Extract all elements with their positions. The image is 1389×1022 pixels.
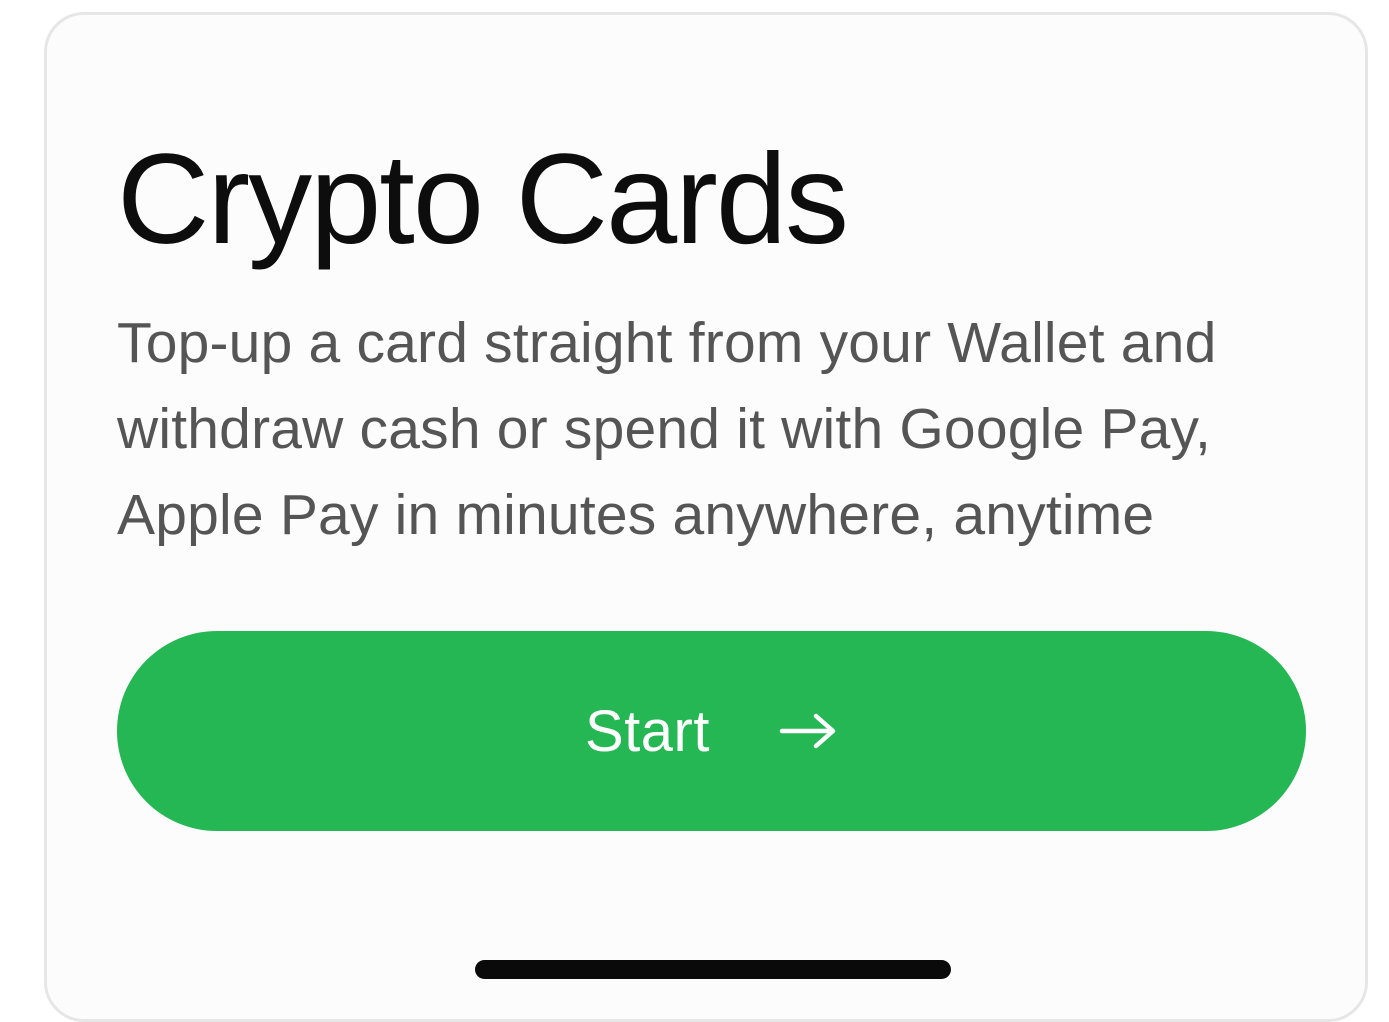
card-title: Crypto Cards bbox=[117, 128, 849, 271]
card-description: Top-up a card straight from your Wallet … bbox=[117, 311, 1217, 547]
start-button[interactable]: Start bbox=[117, 631, 1306, 831]
crypto-cards-card: Crypto Cards Top-up a card straight from… bbox=[44, 12, 1368, 1022]
arrow-right-icon bbox=[778, 711, 838, 751]
start-button-label: Start bbox=[585, 698, 710, 764]
home-indicator bbox=[475, 960, 951, 979]
